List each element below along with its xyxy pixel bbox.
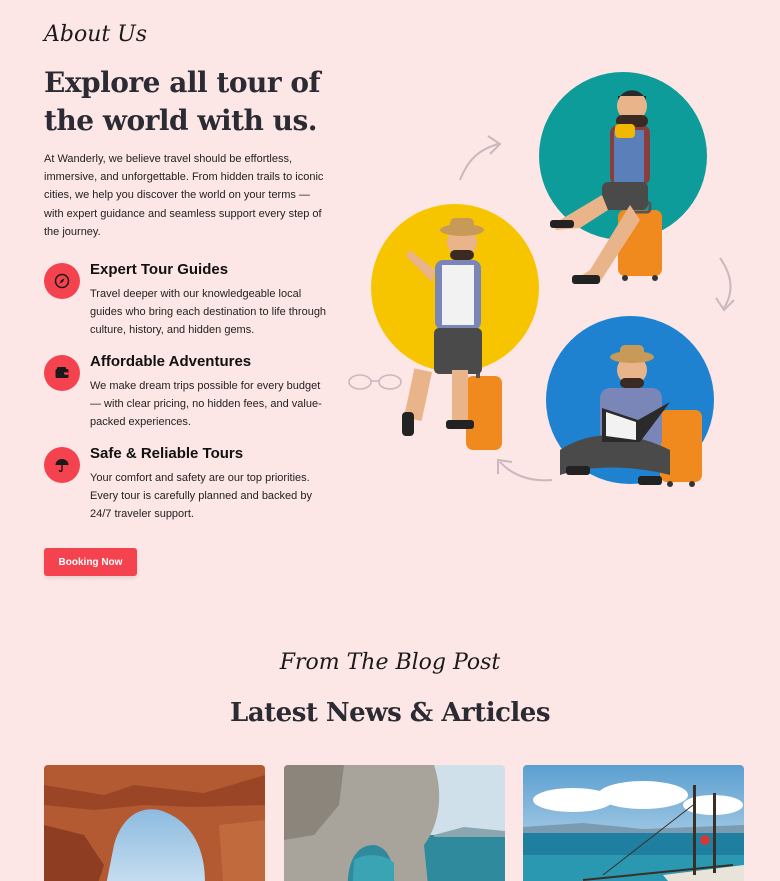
booking-now-button[interactable]: Booking Now [44,548,137,576]
umbrella-icon [44,447,80,483]
sea-cave-arch-photo [284,765,505,881]
blog-eyebrow: From The Blog Post [279,650,501,675]
about-eyebrow: About Us [44,22,148,47]
feature-title: Safe & Reliable Tours [90,445,244,462]
about-description: At Wanderly, we believe travel should be… [44,153,324,238]
blog-card[interactable] [44,765,265,881]
blog-card[interactable] [284,765,505,881]
outrigger-boat-photo [523,765,744,881]
about-title: Explore all tour of the world with us. [44,66,321,137]
wallet-icon [44,355,80,391]
sunglasses-sketch-icon [348,374,402,390]
feature-title: Expert Tour Guides [90,261,229,278]
feature-description: Travel deeper with our knowledgeable loc… [90,288,327,337]
blog-title: Latest News & Articles [230,698,550,728]
feature-expert-guides: Expert Tour Guides Travel deeper with ou… [44,261,334,353]
compass-icon [44,263,80,299]
feature-title: Affordable Adventures [90,353,252,370]
red-rock-arch-photo [44,765,265,881]
feature-affordable: Affordable Adventures We make dream trip… [44,353,334,445]
blog-card[interactable] [523,765,744,881]
feature-safe-tours: Safe & Reliable Tours Your comfort and s… [44,445,334,537]
traveler-illustration [340,70,760,510]
feature-description: We make dream trips possible for every b… [90,380,322,429]
feature-description: Your comfort and safety are our top prio… [90,472,312,521]
